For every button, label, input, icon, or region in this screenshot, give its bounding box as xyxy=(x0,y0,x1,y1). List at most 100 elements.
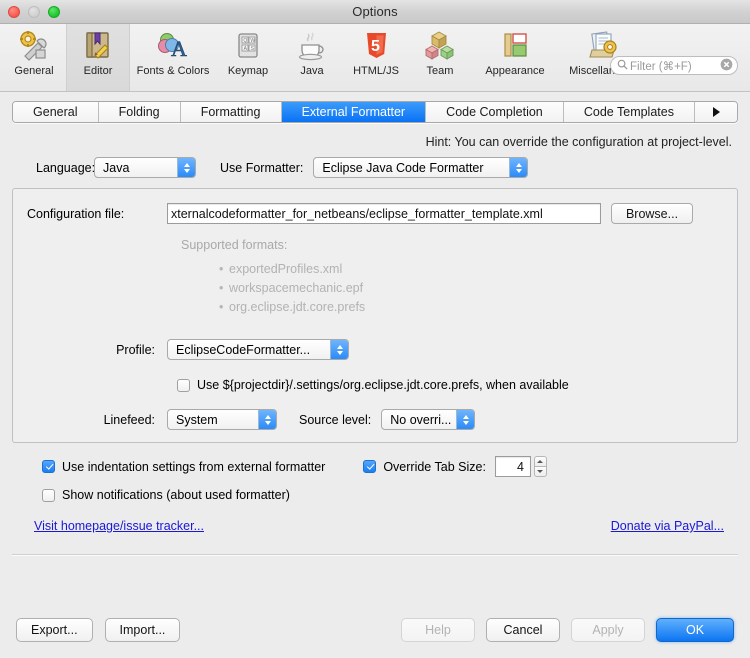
clear-circle-icon[interactable] xyxy=(720,58,733,74)
supported-format-item: • org.eclipse.jdt.core.prefs xyxy=(219,298,737,317)
toolbar-item-label: Fonts & Colors xyxy=(136,65,210,77)
linefeed-label: Linefeed: xyxy=(103,412,155,427)
toolbar-item-keymap[interactable]: Q W A S Keymap xyxy=(216,24,280,91)
toolbar-item-label: Team xyxy=(426,65,454,77)
export-button-label: Export... xyxy=(31,623,78,637)
cancel-button[interactable]: Cancel xyxy=(486,618,560,642)
homepage-link[interactable]: Visit homepage/issue tracker... xyxy=(34,519,204,533)
import-button[interactable]: Import... xyxy=(104,618,181,642)
show-notifications-checkbox[interactable] xyxy=(42,488,55,502)
profile-value: EclipseCodeFormatter... xyxy=(176,342,311,357)
project-prefs-row: Use ${projectdir}/.settings/org.eclipse.… xyxy=(13,378,737,392)
project-prefs-checkbox[interactable] xyxy=(177,378,190,392)
svg-text:5: 5 xyxy=(371,38,380,55)
stepper-arrows-icon xyxy=(509,158,528,177)
language-label: Language: xyxy=(36,160,96,175)
stepper-arrows-icon xyxy=(456,410,475,429)
tab-label: Code Completion xyxy=(446,105,543,119)
supported-format-item: • exportedProfiles.xml xyxy=(219,260,737,279)
toolbar-item-team[interactable]: Team xyxy=(408,24,472,91)
bullet-icon: • xyxy=(219,281,224,295)
browse-button[interactable]: Browse... xyxy=(611,203,693,224)
indentation-settings-row: Use indentation settings from external f… xyxy=(12,456,738,477)
tab-external-formatter[interactable]: External Formatter xyxy=(281,102,427,122)
stepper-up-button[interactable] xyxy=(533,456,547,466)
gear-wrench-icon xyxy=(17,29,51,63)
donate-link[interactable]: Donate via PayPal... xyxy=(611,519,724,533)
apply-button-label: Apply xyxy=(592,623,624,637)
tab-overflow-button[interactable] xyxy=(695,102,737,122)
tab-folding[interactable]: Folding xyxy=(98,102,181,122)
external-formatter-panel: Hint: You can override the configuration… xyxy=(0,123,750,602)
svg-text:W: W xyxy=(250,38,255,44)
tab-code-templates[interactable]: Code Templates xyxy=(563,102,696,122)
coffee-cup-icon xyxy=(295,29,329,63)
profile-dropdown[interactable]: EclipseCodeFormatter... xyxy=(167,339,349,360)
zoom-window-button[interactable] xyxy=(48,5,60,18)
window-title: Options xyxy=(352,4,398,19)
cancel-button-label: Cancel xyxy=(503,623,543,637)
use-indentation-checkbox[interactable] xyxy=(42,460,55,473)
source-level-dropdown[interactable]: No overri... xyxy=(381,409,476,430)
override-tab-size-checkbox[interactable] xyxy=(363,460,377,473)
keyboard-icon: Q W A S xyxy=(231,29,265,63)
stepper-arrows-icon xyxy=(258,410,276,429)
filter-search-field[interactable]: Filter (⌘+F) xyxy=(610,56,738,75)
language-dropdown[interactable]: Java xyxy=(94,157,196,178)
use-indentation-label: Use indentation settings from external f… xyxy=(62,459,326,474)
toolbar-item-html-js[interactable]: 5 HTML/JS xyxy=(344,24,408,91)
help-button[interactable]: Help xyxy=(401,618,475,642)
tab-general[interactable]: General xyxy=(13,102,99,122)
minimize-window-button[interactable] xyxy=(28,5,40,18)
stepper-arrows-icon xyxy=(330,340,348,359)
tab-label: General xyxy=(33,105,78,119)
project-level-hint: Hint: You can override the configuration… xyxy=(425,135,732,149)
toolbar-item-label: HTML/JS xyxy=(353,65,399,77)
toolbar-item-general[interactable]: General xyxy=(2,24,66,91)
svg-text:A: A xyxy=(171,36,187,61)
configuration-file-row: Configuration file: xternalcodeformatter… xyxy=(13,189,737,224)
bullet-icon: • xyxy=(219,262,224,276)
tab-label: Folding xyxy=(118,105,160,119)
team-cubes-icon xyxy=(423,29,457,63)
links-row: Visit homepage/issue tracker... Donate v… xyxy=(12,519,738,533)
stepper-down-button[interactable] xyxy=(533,466,547,477)
tab-size-value: 4 xyxy=(516,459,524,474)
dialog-footer: Export... Import... Help Cancel Apply OK xyxy=(0,602,750,658)
apply-button[interactable]: Apply xyxy=(571,618,645,642)
editor-book-icon xyxy=(81,29,115,63)
use-formatter-label: Use Formatter: xyxy=(220,160,304,175)
source-level-value: No overri... xyxy=(390,412,452,427)
window-titlebar: Options xyxy=(0,0,750,24)
html5-shield-icon: 5 xyxy=(359,29,393,63)
use-formatter-dropdown[interactable]: Eclipse Java Code Formatter xyxy=(313,157,529,178)
source-level-label: Source level: xyxy=(299,412,372,427)
tab-label: Code Templates xyxy=(583,105,674,119)
close-window-button[interactable] xyxy=(8,5,20,18)
toolbar-item-appearance[interactable]: Appearance xyxy=(472,24,558,91)
window-controls xyxy=(0,5,60,18)
tab-size-stepper[interactable] xyxy=(533,456,547,477)
tab-strip-container: General Folding Formatting External Form… xyxy=(0,92,750,123)
svg-text:Q: Q xyxy=(243,38,247,44)
toolbar-item-label: General xyxy=(14,65,54,77)
toolbar-item-fonts-colors[interactable]: A Fonts & Colors xyxy=(130,24,216,91)
supported-format-label: workspacemechanic.epf xyxy=(229,281,364,295)
supported-format-label: org.eclipse.jdt.core.prefs xyxy=(229,300,366,314)
tab-size-input[interactable]: 4 xyxy=(494,456,531,477)
configuration-file-input[interactable]: xternalcodeformatter_for_netbeans/eclips… xyxy=(167,203,601,224)
supported-format-label: exportedProfiles.xml xyxy=(229,262,343,276)
ok-button[interactable]: OK xyxy=(656,618,734,642)
tab-formatting[interactable]: Formatting xyxy=(180,102,282,122)
export-button[interactable]: Export... xyxy=(16,618,93,642)
formatter-settings-group: Configuration file: xternalcodeformatter… xyxy=(12,188,738,443)
toolbar-item-editor[interactable]: Editor xyxy=(66,24,130,91)
toolbar-item-java[interactable]: Java xyxy=(280,24,344,91)
search-icon xyxy=(617,58,628,73)
toolbar-item-label: Java xyxy=(300,65,324,77)
tab-code-completion[interactable]: Code Completion xyxy=(426,102,564,122)
browse-button-label: Browse... xyxy=(625,206,679,221)
linefeed-dropdown[interactable]: System xyxy=(167,409,277,430)
help-button-label: Help xyxy=(425,623,451,637)
supported-formats-list: • exportedProfiles.xml • workspacemechanic… xyxy=(13,260,737,317)
